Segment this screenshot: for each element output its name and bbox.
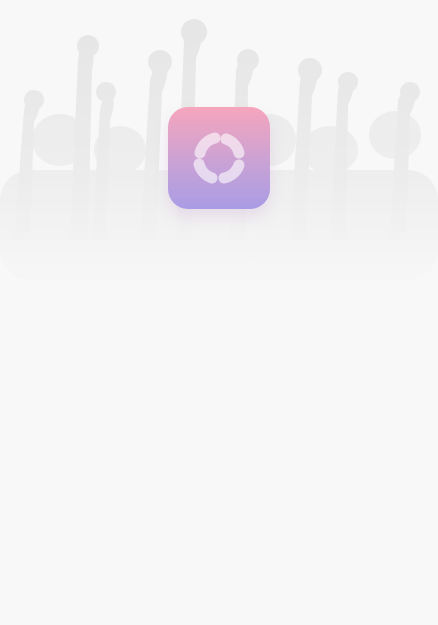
ring-segments-icon (193, 132, 245, 184)
app-logo (168, 107, 270, 209)
splash-screen (0, 0, 438, 625)
background-fade-overlay (0, 0, 438, 625)
